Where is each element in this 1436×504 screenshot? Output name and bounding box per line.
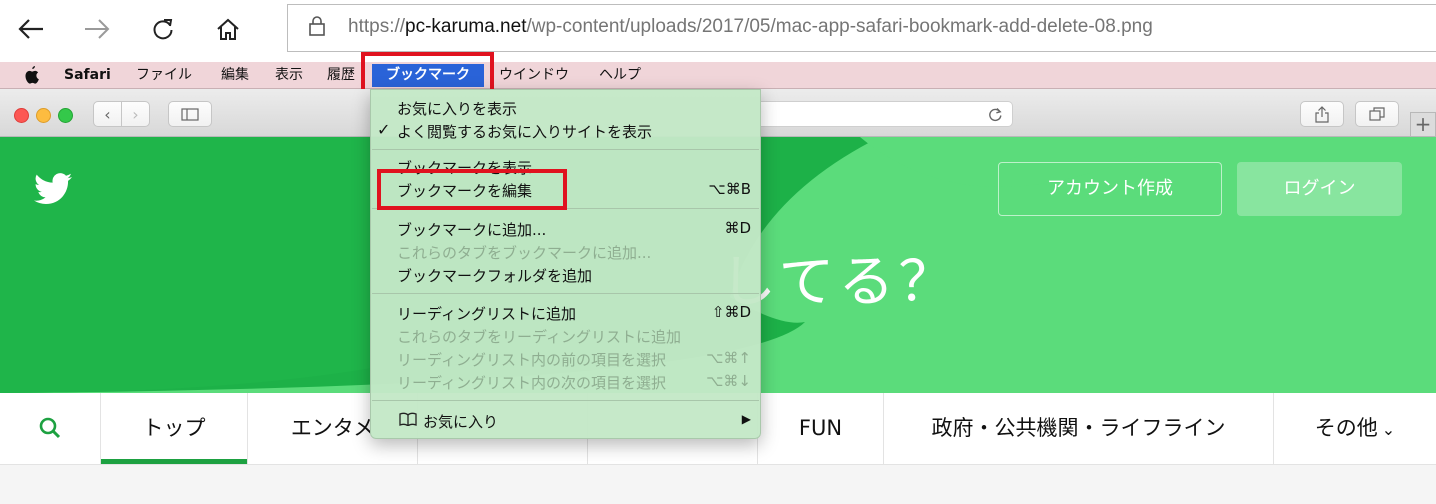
refresh-button[interactable]: [140, 6, 186, 52]
signup-button[interactable]: アカウント作成: [998, 162, 1222, 216]
menu-item-add-tabs-reading-list: これらのタブをリーディングリストに追加: [397, 328, 681, 346]
menu-window[interactable]: ウインドウ: [499, 62, 569, 89]
page-background: [0, 465, 1436, 504]
refresh-icon: [153, 19, 173, 40]
menu-item-reading-list-next: リーディングリスト内の次の項目を選択: [397, 374, 666, 392]
menu-item-reading-list-previous: リーディングリスト内の前の項目を選択: [397, 351, 666, 369]
login-button[interactable]: ログイン: [1237, 162, 1402, 216]
tab-top[interactable]: トップ: [101, 393, 248, 465]
back-arrow-icon: [18, 19, 43, 39]
reload-icon[interactable]: [987, 106, 1003, 122]
sidebar-toggle-button[interactable]: [168, 101, 212, 127]
apple-logo-icon[interactable]: [24, 62, 39, 89]
close-window-icon[interactable]: [14, 108, 29, 123]
shortcut-edit-bookmarks: ⌥⌘B: [708, 180, 751, 198]
annotation-highlight-edit-bookmarks: [377, 169, 567, 210]
safari-forward-button[interactable]: ›: [121, 101, 150, 127]
shortcut-add-reading-list: ⇧⌘D: [711, 303, 751, 321]
share-button[interactable]: [1300, 101, 1344, 127]
safari-back-button[interactable]: ‹: [93, 101, 122, 127]
menu-item-show-frequently-visited[interactable]: よく閲覧するお気に入りサイトを表示: [397, 121, 652, 142]
tabs-icon: [1369, 107, 1385, 121]
menu-item-add-reading-list[interactable]: リーディングリストに追加: [397, 303, 576, 324]
menu-item-show-favorites[interactable]: お気に入りを表示: [397, 98, 517, 119]
lock-icon: [308, 15, 326, 41]
menu-separator: [372, 149, 759, 150]
menu-view[interactable]: 表示: [275, 62, 303, 89]
checkmark-icon: ✓: [377, 120, 391, 139]
menu-item-add-bookmark-folder[interactable]: ブックマークフォルダを追加: [397, 265, 592, 286]
menu-separator: [372, 400, 759, 401]
zoom-window-icon[interactable]: [58, 108, 73, 123]
home-icon: [217, 18, 239, 40]
address-bar[interactable]: https://pc-karuma.net/wp-content/uploads…: [287, 4, 1436, 52]
forward-arrow-icon: [85, 19, 110, 39]
chevron-right-icon: ›: [132, 104, 139, 124]
shortcut-reading-list-next: ⌥⌘↓: [706, 372, 751, 390]
plus-icon: +: [1414, 112, 1432, 136]
sidebar-icon: [181, 107, 199, 121]
twitter-bird-icon: [34, 173, 72, 209]
share-icon: [1315, 105, 1329, 123]
submenu-arrow-icon: ▶: [741, 412, 751, 426]
address-url: https://pc-karuma.net/wp-content/uploads…: [348, 16, 1153, 38]
book-icon: [399, 411, 417, 430]
search-tab[interactable]: [0, 393, 101, 465]
tab-government[interactable]: 政府・公共機関・ライフライン: [884, 393, 1274, 465]
tab-fun[interactable]: FUN: [758, 393, 884, 465]
active-tab-indicator: [101, 459, 247, 464]
safari-address-field[interactable]: [760, 101, 1013, 127]
new-tab-button[interactable]: +: [1410, 112, 1436, 137]
search-icon: [39, 417, 61, 439]
home-button[interactable]: [205, 6, 251, 52]
menu-separator: [372, 293, 759, 294]
menu-file[interactable]: ファイル: [136, 62, 192, 89]
shortcut-add-bookmark: ⌘D: [724, 219, 751, 237]
menu-edit[interactable]: 編集: [221, 62, 249, 89]
minimize-window-icon[interactable]: [36, 108, 51, 123]
url-scheme: https://: [348, 16, 406, 37]
chevron-down-icon: ⌄: [1381, 420, 1396, 439]
url-host: pc-karuma.net: [405, 16, 527, 37]
shortcut-reading-list-previous: ⌥⌘↑: [706, 349, 751, 367]
menu-history[interactable]: 履歴: [327, 62, 355, 89]
back-button[interactable]: [8, 6, 54, 52]
mac-menu-bar: Safari ファイル 編集 表示 履歴 ウインドウ ヘルプ: [0, 62, 1436, 89]
menu-safari[interactable]: Safari: [64, 62, 111, 89]
menu-item-favorites-submenu[interactable]: お気に入り: [423, 411, 498, 432]
url-path: /wp-content/uploads/2017/05/mac-app-safa…: [526, 16, 1153, 37]
menu-item-add-tabs-to-bookmarks: これらのタブをブックマークに追加...: [397, 244, 652, 262]
bookmarks-dropdown-menu: お気に入りを表示 ✓ よく閲覧するお気に入りサイトを表示 ブックマークを表示 ブ…: [370, 89, 761, 439]
tab-more-label: その他: [1314, 416, 1378, 440]
tabs-overview-button[interactable]: [1355, 101, 1399, 127]
chevron-left-icon: ‹: [104, 104, 111, 124]
tab-more[interactable]: その他 ⌄: [1274, 393, 1436, 465]
menu-item-add-bookmark[interactable]: ブックマークに追加...: [397, 219, 546, 240]
menu-help[interactable]: ヘルプ: [599, 62, 641, 89]
forward-button[interactable]: [74, 6, 120, 52]
